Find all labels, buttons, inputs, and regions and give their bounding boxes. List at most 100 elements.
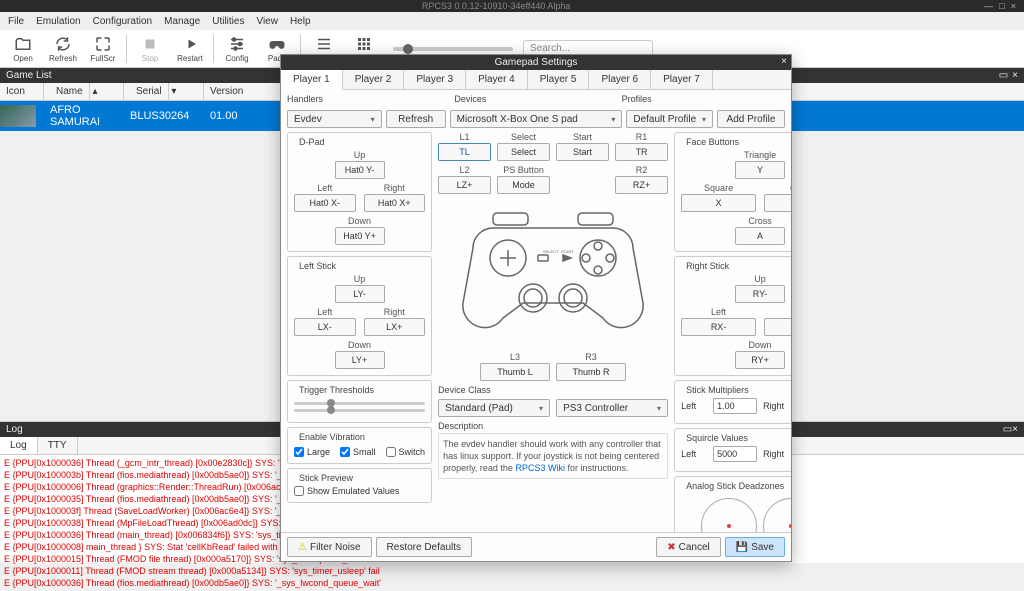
cross-button[interactable]: A — [735, 227, 785, 245]
tt-left-slider[interactable] — [294, 402, 425, 405]
stop-button[interactable]: Stop — [131, 35, 169, 63]
tab-player-3[interactable]: Player 3 — [404, 70, 466, 89]
menu-configuration[interactable]: Configuration — [93, 16, 152, 27]
sm-left-input[interactable]: 1.00 — [713, 398, 757, 414]
log-float-icon[interactable]: ▭ — [1003, 424, 1012, 435]
ps-button[interactable]: Mode — [497, 176, 550, 194]
ev-large-check[interactable]: Large — [294, 447, 330, 457]
dpad-right-button[interactable]: Hat0 X+ — [364, 194, 426, 212]
save-button[interactable]: 💾Save — [725, 537, 785, 557]
dpad-up-button[interactable]: Hat0 Y- — [335, 161, 385, 179]
sv-group: Squircle Values — [683, 433, 751, 443]
panel-float-icon[interactable]: ▭ — [999, 70, 1008, 81]
tab-player-5[interactable]: Player 5 — [528, 70, 590, 89]
cancel-button[interactable]: ✖Cancel — [656, 537, 721, 557]
ls-up-button[interactable]: LY- — [335, 285, 385, 303]
ev-switch-check[interactable]: Switch — [386, 447, 426, 457]
dpad-down-button[interactable]: Hat0 Y+ — [335, 227, 385, 245]
devclass-1-select[interactable]: Standard (Pad) — [438, 399, 550, 417]
circle-button[interactable]: B — [764, 194, 791, 212]
rstick-group: Right Stick — [683, 261, 732, 271]
col-version[interactable]: Version — [204, 83, 284, 100]
rs-up-button[interactable]: RY- — [735, 285, 785, 303]
tt-right-slider[interactable] — [294, 409, 425, 412]
close-icon[interactable]: × — [1011, 1, 1016, 11]
sev-check[interactable]: Show Emulated Values — [294, 486, 425, 496]
col-icon[interactable]: Icon — [0, 83, 44, 100]
rs-left-button[interactable]: RX- — [681, 318, 756, 336]
device-refresh-button[interactable]: Refresh — [386, 110, 446, 128]
sv-left-input[interactable]: 5000 — [713, 446, 757, 462]
folder-icon — [14, 35, 32, 53]
sliders-icon — [228, 35, 246, 53]
add-profile-button[interactable]: Add Profile — [717, 110, 785, 128]
dialog-close-icon[interactable]: × — [781, 56, 787, 67]
col-serial[interactable]: Serial ▾ — [124, 83, 204, 100]
game-name: AFRO SAMURAI — [44, 101, 124, 131]
panel-close-icon[interactable]: × — [1012, 70, 1018, 81]
ls-down-button[interactable]: LY+ — [335, 351, 385, 369]
log-close-icon[interactable]: × — [1012, 424, 1018, 435]
dialog-title: Gamepad Settings× — [281, 55, 791, 70]
game-thumb — [0, 105, 36, 127]
sm-group: Stick Multipliers — [683, 385, 752, 395]
fullscr-button[interactable]: FullScr — [84, 35, 122, 63]
tab-player-2[interactable]: Player 2 — [343, 70, 405, 89]
app-title: RPCS3 0.0.12-10910-34eff440 Alpha — [422, 1, 570, 11]
tab-tty[interactable]: TTY — [38, 437, 78, 454]
handler-description: The evdev handler should work with any c… — [438, 433, 668, 479]
ev-small-check[interactable]: Small — [340, 447, 376, 457]
dpad-left-button[interactable]: Hat0 X- — [294, 194, 356, 212]
device-select[interactable]: Microsoft X-Box One S pad — [450, 110, 623, 128]
window-titlebar: RPCS3 0.0.12-10910-34eff440 Alpha — □ × — [0, 0, 1024, 12]
menu-help[interactable]: Help — [290, 16, 311, 27]
handler-select[interactable]: Evdev — [287, 110, 382, 128]
tab-player-6[interactable]: Player 6 — [589, 70, 651, 89]
tab-player-4[interactable]: Player 4 — [466, 70, 528, 89]
restore-defaults-button[interactable]: Restore Defaults — [376, 537, 472, 557]
rs-right-button[interactable]: RX+ — [764, 318, 791, 336]
zoom-slider[interactable] — [393, 47, 513, 51]
select-button[interactable]: Select — [497, 143, 550, 161]
ls-right-button[interactable]: LX+ — [364, 318, 426, 336]
r2-button[interactable]: RZ+ — [615, 176, 668, 194]
minimize-icon[interactable]: — — [984, 1, 993, 11]
refresh-icon — [54, 35, 72, 53]
triangle-button[interactable]: Y — [735, 161, 785, 179]
filter-noise-button[interactable]: ⚠Filter Noise — [287, 537, 372, 557]
refresh-button[interactable]: Refresh — [44, 35, 82, 63]
r1-button[interactable]: TR — [615, 143, 668, 161]
profile-select[interactable]: Default Profile — [626, 110, 713, 128]
menu-view[interactable]: View — [256, 16, 278, 27]
config-button[interactable]: Config — [218, 35, 256, 63]
l1-button[interactable]: TL — [438, 143, 491, 161]
l2-button[interactable]: LZ+ — [438, 176, 491, 194]
menu-manage[interactable]: Manage — [164, 16, 200, 27]
l3-button[interactable]: Thumb L — [480, 363, 550, 381]
maximize-icon[interactable]: □ — [999, 1, 1004, 11]
col-name[interactable]: Name ▴ — [44, 83, 124, 100]
devices-label: Devices — [454, 94, 617, 104]
wiki-link[interactable]: RPCS3 Wiki — [515, 463, 565, 473]
log-title: Log — [6, 424, 23, 435]
ls-left-button[interactable]: LX- — [294, 318, 356, 336]
menu-utilities[interactable]: Utilities — [212, 16, 244, 27]
square-button[interactable]: X — [681, 194, 756, 212]
profiles-label: Profiles — [622, 94, 785, 104]
tab-player-7[interactable]: Player 7 — [651, 70, 713, 89]
tab-player-1[interactable]: Player 1 — [281, 70, 343, 90]
start-button[interactable]: Start — [556, 143, 609, 161]
menubar: File Emulation Configuration Manage Util… — [0, 12, 1024, 30]
menu-file[interactable]: File — [8, 16, 24, 27]
gamelist-title: Game List — [6, 70, 52, 81]
dpad-group: D-Pad — [296, 137, 328, 147]
devclass-2-select[interactable]: PS3 Controller — [556, 399, 668, 417]
open-button[interactable]: Open — [4, 35, 42, 63]
restart-button[interactable]: Restart — [171, 35, 209, 63]
menu-emulation[interactable]: Emulation — [36, 16, 80, 27]
r3-button[interactable]: Thumb R — [556, 363, 626, 381]
ev-group: Enable Vibration — [296, 432, 368, 442]
rs-down-button[interactable]: RY+ — [735, 351, 785, 369]
tab-log[interactable]: Log — [0, 437, 38, 454]
adz-group: Analog Stick Deadzones — [683, 481, 787, 491]
